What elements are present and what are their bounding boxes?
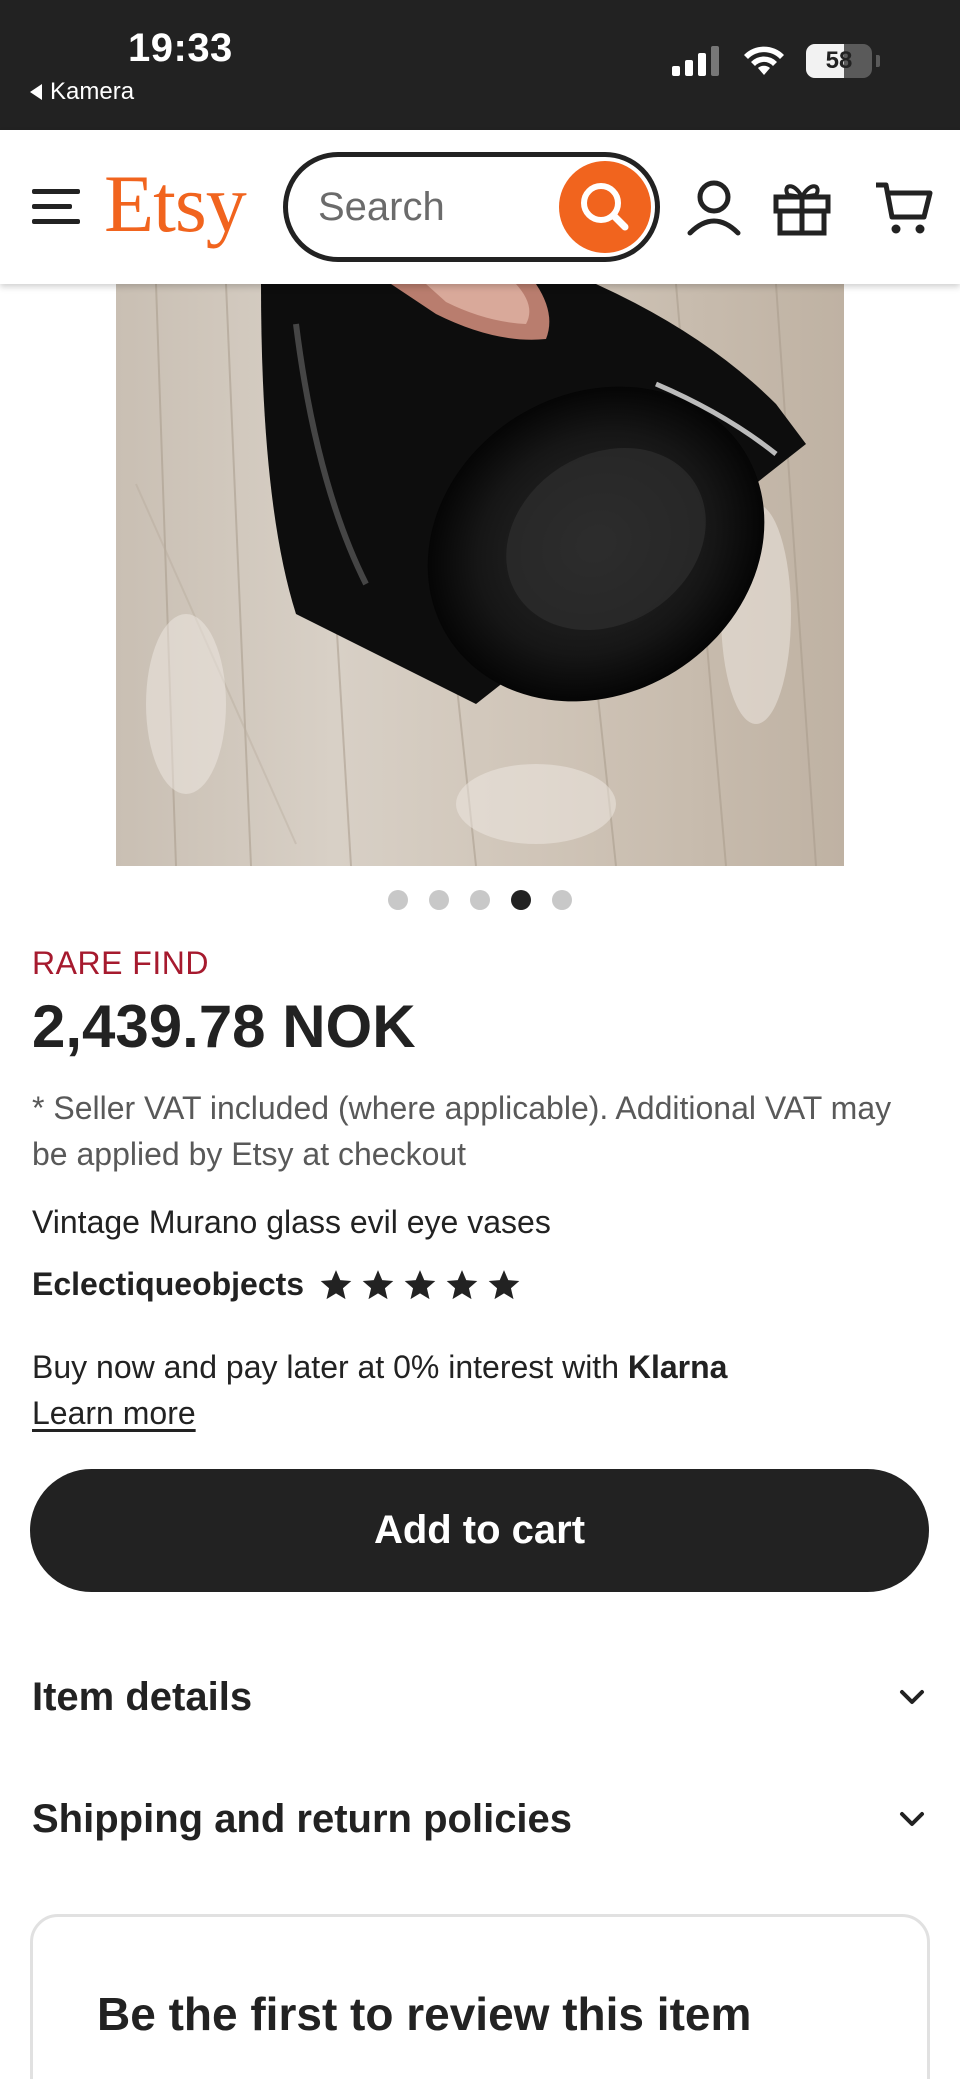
klarna-text: Buy now and pay later at 0% interest wit… <box>32 1349 619 1385</box>
carousel-dot[interactable] <box>470 890 490 910</box>
etsy-logo[interactable]: Etsy <box>104 163 247 245</box>
status-icons: 58 <box>672 44 880 78</box>
rare-find-badge: RARE FIND <box>32 945 209 981</box>
reviews-card: Be the first to review this item <box>30 1914 930 2079</box>
carousel-dot[interactable] <box>552 890 572 910</box>
klarna-brand: Klarna <box>627 1349 728 1385</box>
star-icon <box>446 1269 478 1299</box>
learn-more-link[interactable]: Learn more <box>32 1395 196 1431</box>
site-header: Etsy <box>0 130 960 284</box>
image-carousel-dots[interactable] <box>0 890 960 910</box>
wifi-icon <box>744 46 784 75</box>
menu-icon[interactable] <box>32 187 80 227</box>
status-bar: 19:33 Kamera 58 <box>0 0 960 130</box>
seller-info[interactable]: Eclectiqueobjects <box>32 1266 522 1303</box>
first-review-prompt: Be the first to review this item <box>97 1988 752 2040</box>
star-icon <box>488 1269 520 1299</box>
carousel-dot[interactable] <box>388 890 408 910</box>
chevron-down-icon <box>900 1690 924 1704</box>
rating-stars[interactable] <box>318 1268 522 1302</box>
star-icon <box>320 1269 352 1299</box>
carousel-dot[interactable] <box>429 890 449 910</box>
status-time: 19:33 <box>128 26 233 70</box>
search-bar[interactable] <box>283 152 660 262</box>
search-button[interactable] <box>559 161 651 253</box>
cart-icon[interactable] <box>872 175 936 239</box>
product-title: Vintage Murano glass evil eye vases <box>32 1204 551 1240</box>
back-app-label: Kamera <box>50 78 135 105</box>
vat-note: * Seller VAT included (where applicable)… <box>32 1090 892 1172</box>
search-icon <box>581 183 629 231</box>
signal-icon <box>672 46 719 76</box>
search-input[interactable] <box>318 181 538 233</box>
klarna-promo: Buy now and pay later at 0% interest wit… <box>32 1344 932 1436</box>
product-image[interactable] <box>116 284 844 866</box>
item-details-label: Item details <box>32 1674 253 1719</box>
carousel-dot[interactable] <box>511 890 531 910</box>
seller-name[interactable]: Eclectiqueobjects <box>32 1266 304 1303</box>
shipping-policies-accordion[interactable]: Shipping and return policies <box>32 1784 928 1854</box>
chevron-down-icon <box>900 1812 924 1826</box>
battery-icon: 58 <box>806 44 872 78</box>
shipping-policies-label: Shipping and return policies <box>32 1796 573 1841</box>
product-photo <box>116 284 844 866</box>
gift-icon[interactable] <box>770 175 834 239</box>
item-details-accordion[interactable]: Item details <box>32 1662 928 1732</box>
back-triangle-icon <box>30 84 42 100</box>
star-icon <box>362 1269 394 1299</box>
battery-level: 58 <box>825 47 853 74</box>
add-to-cart-button[interactable]: Add to cart <box>30 1469 929 1592</box>
account-icon[interactable] <box>682 175 746 239</box>
back-to-app-link[interactable]: Kamera <box>30 78 134 106</box>
battery-tip <box>876 55 880 67</box>
product-price: 2,439.78 NOK <box>32 993 416 1060</box>
star-icon <box>404 1269 436 1299</box>
